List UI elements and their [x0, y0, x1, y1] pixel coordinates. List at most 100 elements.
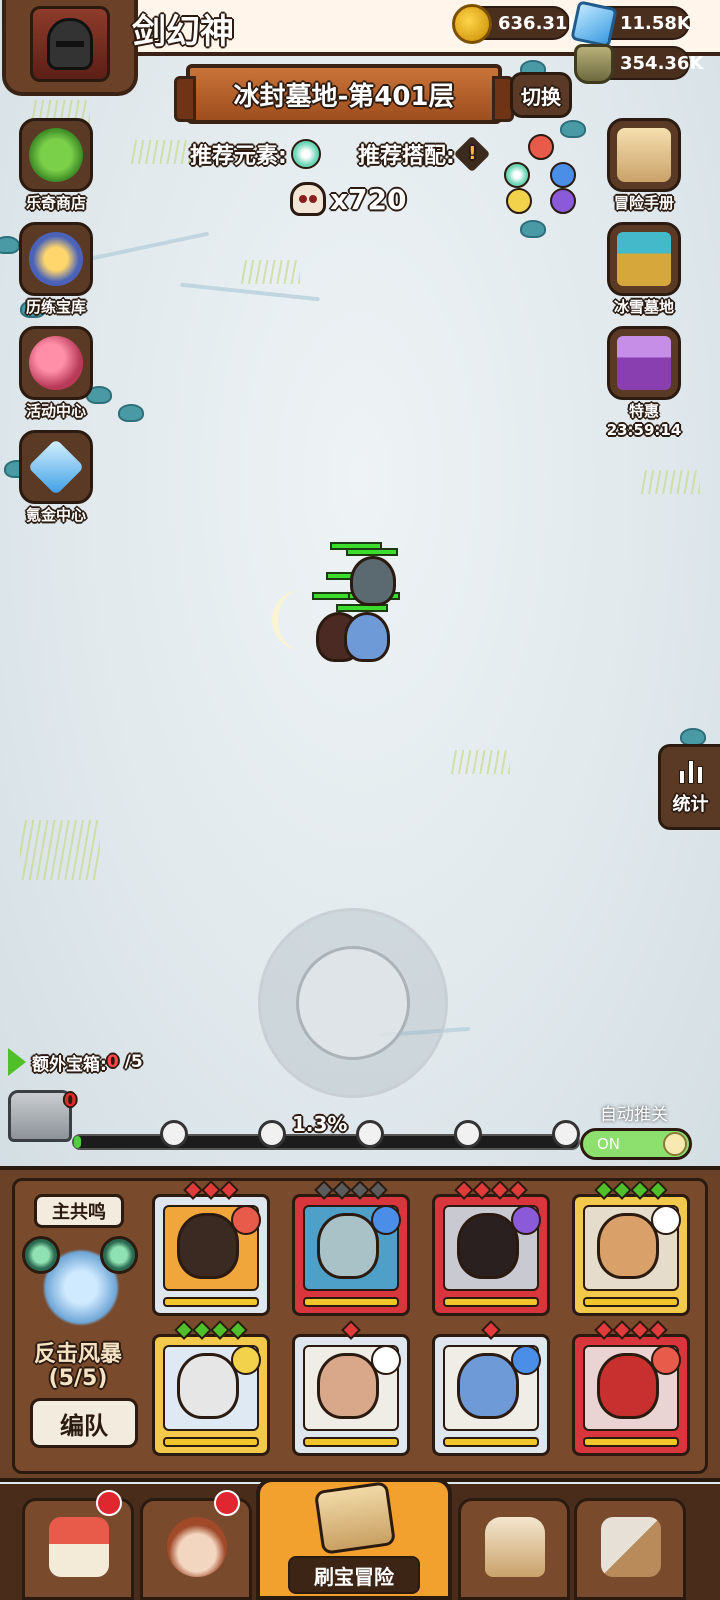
fire-element-icon [651, 1345, 681, 1375]
scroll-icon [617, 128, 671, 182]
extra-chest-label: 额外宝箱: [32, 1054, 107, 1075]
water-element-icon [371, 1205, 401, 1235]
stage-title-banner: 冰封墓地-第401层 [174, 64, 514, 124]
ice-graveyard-label: 冰雪墓地 [613, 298, 674, 316]
dark-element-icon [511, 1205, 541, 1235]
adventure-manual-button[interactable]: 冒险手册 [594, 118, 694, 213]
recommend-combo[interactable]: 推荐搭配: ! [358, 135, 491, 173]
extra-chest-total: /5 [124, 1052, 143, 1072]
silver-chest-icon[interactable] [8, 1090, 72, 1142]
nav-shop-button[interactable] [22, 1498, 134, 1600]
hero-card[interactable] [152, 1180, 270, 1316]
topup-center-label: 氪金中心 [25, 506, 86, 524]
shop-stall-icon [49, 1517, 109, 1577]
wind-element-icon [371, 1345, 401, 1375]
extra-chest-indicator[interactable]: 额外宝箱: 0/5 [8, 1048, 143, 1076]
treasure-map-icon [313, 1481, 397, 1555]
treasure-vault-icon [29, 232, 83, 286]
topup-center-button[interactable]: 氪金中心 [6, 430, 106, 525]
special-offer-label: 特惠 [628, 402, 659, 420]
gem-counter[interactable]: 11.58K [570, 0, 691, 48]
ice-gem-icon [570, 0, 618, 48]
diamond-icon [27, 438, 85, 496]
training-vault-label: 历练宝库 [25, 298, 86, 316]
hero-card[interactable] [292, 1320, 410, 1456]
fire-element-icon [231, 1205, 261, 1235]
stage-progress-fill [74, 1136, 81, 1148]
recommend-combo-label: 推荐搭配: [358, 144, 455, 169]
hero-card[interactable] [572, 1320, 690, 1456]
hero-sprite [350, 556, 396, 606]
recommend-element-label: 推荐元素: [190, 144, 287, 169]
special-offer-button[interactable]: 特惠 23:59:14 [594, 326, 694, 439]
wind-element-icon [22, 1236, 60, 1274]
kill-counter: x720 [290, 182, 407, 216]
gift-chest-icon [617, 336, 671, 390]
lineup-button[interactable]: 编队 [30, 1398, 138, 1448]
notification-dot [214, 1490, 240, 1516]
special-offer-timer: 23:59:14 [606, 421, 682, 439]
stats-button[interactable]: 统计 [658, 744, 720, 830]
progress-marker-icon [356, 1120, 384, 1148]
nav-forge-button[interactable] [574, 1498, 686, 1600]
stats-label: 统计 [672, 794, 709, 815]
auto-advance-label: 自动推关 [600, 1105, 668, 1125]
hero-sprite [344, 612, 390, 662]
stage-progress-bar [72, 1134, 580, 1150]
progress-marker-icon [552, 1120, 580, 1148]
ice-chest-icon [617, 232, 671, 286]
player-avatar[interactable] [30, 6, 110, 82]
extra-chest-current: 0 [106, 1052, 119, 1072]
training-vault-button[interactable]: 历练宝库 [6, 222, 106, 317]
knight-helmet-icon [47, 18, 93, 70]
hero-card[interactable] [292, 1180, 410, 1316]
hero-hp-bar [346, 548, 398, 556]
switch-stage-button[interactable]: 切换 [510, 72, 572, 118]
main-resonance-tag: 主共鸣 [34, 1194, 124, 1228]
bar-chart-icon [678, 758, 703, 784]
lucky-shop-label: 乐奇商店 [25, 194, 86, 212]
hero-card[interactable] [432, 1320, 550, 1456]
slash-effect [272, 590, 332, 650]
team-skill-name: 反击风暴 [33, 1342, 122, 1367]
notification-dot [96, 1490, 122, 1516]
ice-graveyard-button[interactable]: 冰雪墓地 [594, 222, 694, 317]
auto-advance-toggle-label: ON [597, 1135, 621, 1153]
hero-portrait-icon [167, 1517, 227, 1577]
light-element-icon [231, 1345, 261, 1375]
progress-marker-icon [160, 1120, 188, 1148]
play-arrow-icon [8, 1048, 26, 1076]
backpack-icon [485, 1517, 545, 1577]
progress-percent: 1.3% [292, 1112, 348, 1136]
team-skill-count: (5/5) [48, 1366, 108, 1391]
hero-card[interactable] [572, 1180, 690, 1316]
hammer-icon [601, 1517, 661, 1577]
event-center-button[interactable]: 活动中心 [6, 326, 106, 421]
bouquet-icon [29, 336, 83, 390]
gold-amount: 636.31K [498, 12, 582, 34]
joystick-knob[interactable] [296, 946, 410, 1060]
chest-badge-count: 0 [64, 1090, 77, 1111]
nav-main-label: 刷宝冒险 [288, 1556, 420, 1594]
auto-advance-toggle[interactable]: ON [580, 1128, 692, 1160]
progress-marker-icon [454, 1120, 482, 1148]
gold-counter[interactable]: 636.31K [452, 4, 581, 44]
potion-jar-icon [574, 44, 614, 84]
gold-coin-icon [452, 4, 492, 44]
kill-count-value: x720 [330, 182, 407, 216]
wind-element-icon [100, 1236, 138, 1274]
progress-marker-icon [258, 1120, 286, 1148]
potion-counter[interactable]: 354.36K [574, 44, 703, 84]
hero-card[interactable] [432, 1180, 550, 1316]
wind-element-icon [290, 139, 321, 169]
nav-backpack-button[interactable] [458, 1498, 570, 1600]
warning-icon: ! [453, 135, 491, 173]
lucky-shop-button[interactable]: 乐奇商店 [6, 118, 106, 213]
toggle-knob [663, 1132, 687, 1156]
wind-element-icon [651, 1205, 681, 1235]
hero-card[interactable] [152, 1320, 270, 1456]
water-element-icon [511, 1345, 541, 1375]
adventure-manual-label: 冒险手册 [613, 194, 674, 212]
event-center-label: 活动中心 [25, 402, 86, 420]
nav-hero-button[interactable] [140, 1498, 252, 1600]
